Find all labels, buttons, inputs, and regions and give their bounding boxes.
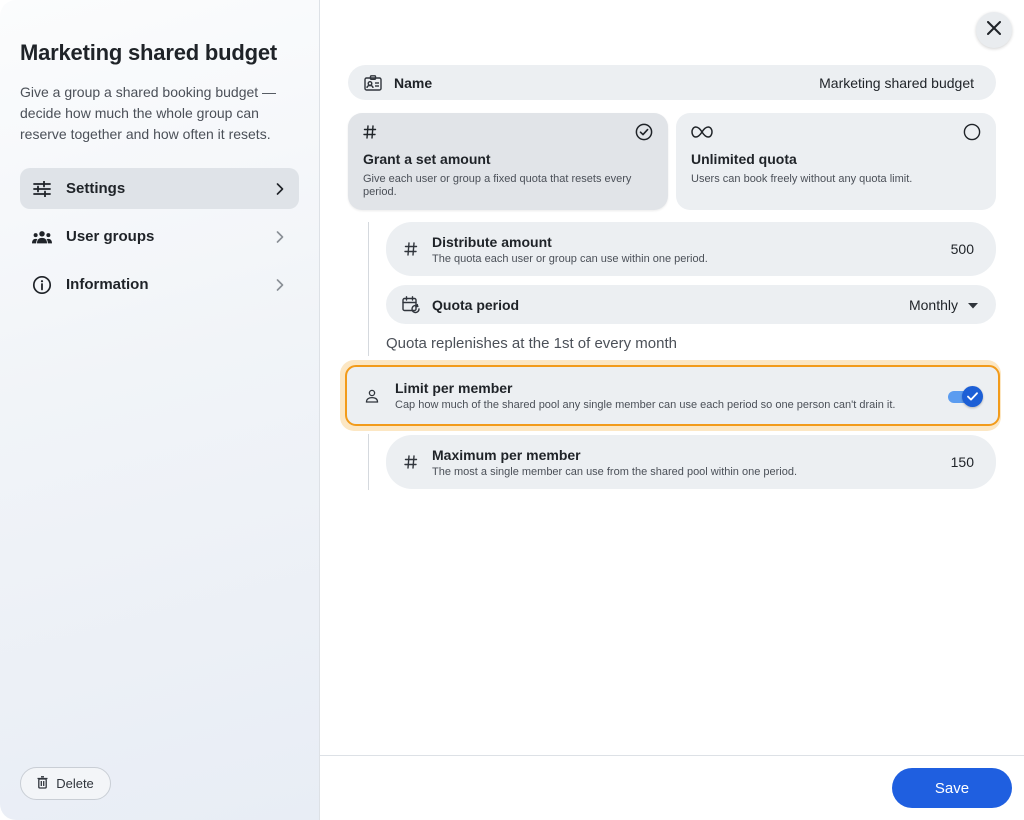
sliders-icon [32,179,52,199]
sidebar-nav: Settings User groups Information [20,168,299,312]
infinity-icon [691,125,713,143]
chevron-right-icon [273,230,287,244]
limit-title: Limit per member [395,380,513,396]
calendar-refresh-icon [402,295,420,314]
delete-button[interactable]: Delete [20,767,111,800]
users-icon [32,227,52,247]
save-button[interactable]: Save [892,768,1012,808]
chevron-right-icon [273,182,287,196]
page-description: Give a group a shared booking budget — d… [20,84,277,142]
sidebar-item-user-groups[interactable]: User groups [20,216,299,257]
quota-period-label: Quota period [432,296,520,313]
maximum-per-member-field[interactable]: Maximum per member The most a single mem… [386,435,996,489]
maximum-value: 150 [950,454,974,470]
option-description: Users can book freely without any quota … [691,173,913,185]
distribute-description: The quota each user or group can use wit… [432,252,708,265]
toggle-knob [962,385,983,407]
name-label: Name [394,74,433,91]
check-circle-icon [635,123,653,146]
person-icon [363,387,381,405]
sidebar: Marketing shared budget Give a group a s… [0,0,320,820]
hash-icon [402,240,420,258]
option-unlimited-quota[interactable]: Unlimited quota Users can book freely wi… [676,113,996,210]
delete-label: Delete [56,776,94,791]
name-value: Marketing shared budget [819,74,974,91]
radio-empty-icon [963,123,981,146]
limit-toggle[interactable] [948,385,984,407]
replenish-note: Quota replenishes at the 1st of every mo… [386,335,677,352]
footer-divider [320,755,1024,756]
sidebar-item-settings[interactable]: Settings [20,168,299,209]
sidebar-item-information[interactable]: Information [20,264,299,305]
quota-period-value: Monthly [908,296,958,313]
option-title: Grant a set amount [363,151,491,167]
sidebar-item-label: Settings [66,180,126,197]
distribute-title: Distribute amount [432,233,552,250]
caret-down-icon [968,296,978,314]
close-icon [987,20,1001,40]
distribute-value: 500 [950,241,974,257]
option-title: Unlimited quota [691,151,797,167]
hash-icon [363,124,377,144]
chevron-right-icon [273,278,287,292]
option-grant-set-amount[interactable]: Grant a set amount Give each user or gro… [348,113,668,210]
sidebar-item-label: User groups [66,228,155,245]
indent-line [368,222,369,356]
info-icon [32,275,52,295]
indent-line [368,434,369,490]
limit-description: Cap how much of the shared pool any sing… [395,399,896,411]
page-title: Marketing shared budget [20,40,277,65]
distribute-amount-field[interactable]: Distribute amount The quota each user or… [386,222,996,276]
id-badge-icon [364,74,382,92]
maximum-description: The most a single member can use from th… [432,465,798,478]
hash-icon [402,453,420,471]
budget-dialog: Marketing shared budget Give a group a s… [0,0,1024,820]
trash-icon [37,775,48,792]
quota-period-select[interactable]: Quota period Monthly [386,285,996,324]
name-field[interactable]: Name Marketing shared budget [348,65,996,100]
limit-per-member-row[interactable]: Limit per member Cap how much of the sha… [345,365,1000,426]
maximum-title: Maximum per member [432,446,581,463]
close-button[interactable] [976,12,1012,48]
option-description: Give each user or group a fixed quota th… [363,173,632,198]
sidebar-item-label: Information [66,276,149,293]
check-icon [967,391,978,400]
